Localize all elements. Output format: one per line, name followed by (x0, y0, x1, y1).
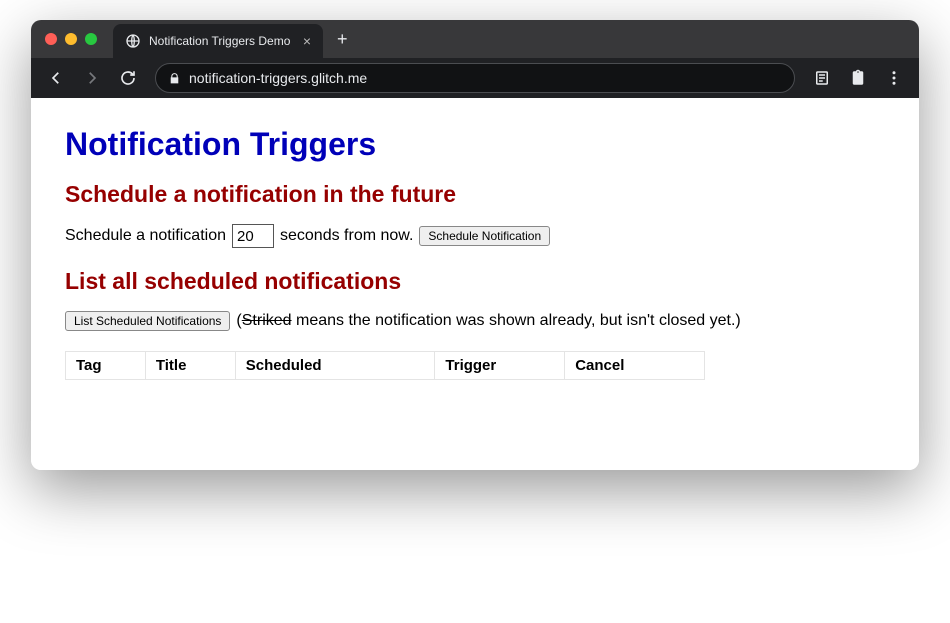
striked-text: Striked (242, 312, 292, 329)
schedule-suffix: seconds from now. (280, 227, 413, 245)
col-cancel: Cancel (565, 352, 705, 380)
reader-mode-icon[interactable] (807, 63, 837, 93)
back-button[interactable] (41, 63, 71, 93)
lock-icon (168, 72, 181, 85)
schedule-row: Schedule a notification seconds from now… (65, 224, 885, 248)
kebab-menu-icon[interactable] (879, 63, 909, 93)
seconds-input[interactable] (232, 224, 274, 248)
toolbar: notification-triggers.glitch.me (31, 58, 919, 98)
page-content: Notification Triggers Schedule a notific… (31, 98, 919, 470)
window-zoom-button[interactable] (85, 33, 97, 45)
assignment-icon[interactable] (843, 63, 873, 93)
col-title: Title (145, 352, 235, 380)
globe-icon (125, 33, 141, 49)
col-scheduled: Scheduled (235, 352, 435, 380)
browser-window: Notification Triggers Demo × + notificat… (31, 20, 919, 470)
browser-tab[interactable]: Notification Triggers Demo × (113, 24, 323, 58)
tab-title: Notification Triggers Demo (149, 34, 290, 48)
window-minimize-button[interactable] (65, 33, 77, 45)
schedule-prefix: Schedule a notification (65, 227, 226, 245)
list-heading: List all scheduled notifications (65, 268, 885, 295)
titlebar: Notification Triggers Demo × + (31, 20, 919, 58)
forward-button[interactable] (77, 63, 107, 93)
new-tab-button[interactable]: + (337, 29, 348, 50)
notifications-table: Tag Title Scheduled Trigger Cancel (65, 351, 705, 380)
note: (Striked means the notification was show… (236, 312, 740, 330)
list-button[interactable]: List Scheduled Notifications (65, 311, 230, 331)
schedule-heading: Schedule a notification in the future (65, 181, 885, 208)
reload-button[interactable] (113, 63, 143, 93)
list-row: List Scheduled Notifications (Striked me… (65, 311, 885, 331)
col-trigger: Trigger (435, 352, 565, 380)
address-bar[interactable]: notification-triggers.glitch.me (155, 63, 795, 93)
window-close-button[interactable] (45, 33, 57, 45)
traffic-lights (45, 33, 97, 45)
col-tag: Tag (66, 352, 146, 380)
tab-close-button[interactable]: × (303, 33, 311, 49)
page-title: Notification Triggers (65, 126, 885, 163)
url-text: notification-triggers.glitch.me (189, 70, 367, 86)
schedule-button[interactable]: Schedule Notification (419, 226, 550, 246)
